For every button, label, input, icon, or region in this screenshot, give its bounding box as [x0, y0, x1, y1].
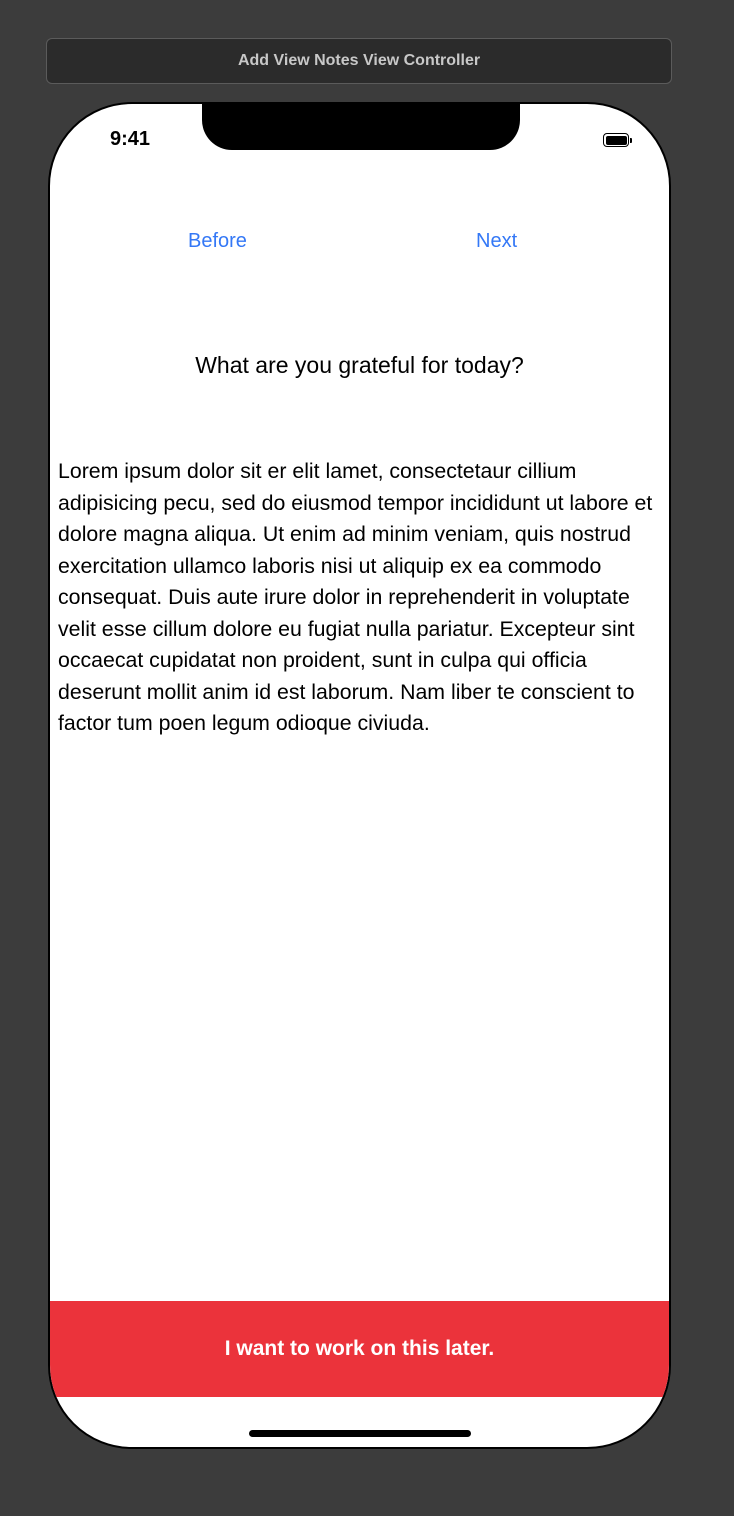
question-label: What are you grateful for today?: [195, 352, 524, 378]
view-controller-title-bar[interactable]: Add View Notes View Controller: [46, 38, 672, 84]
before-button[interactable]: Before: [188, 230, 247, 253]
notes-text-view[interactable]: Lorem ipsum dolor sit er elit lamet, con…: [58, 456, 666, 740]
device-notch: [202, 104, 520, 150]
status-bar-time: 9:41: [110, 128, 151, 150]
work-later-button[interactable]: I want to work on this later.: [50, 1301, 669, 1397]
battery-full-icon: [603, 133, 633, 147]
next-button[interactable]: Next: [476, 230, 517, 253]
iphone-frame: 9:41 Before Next What are you grateful f…: [48, 102, 671, 1449]
home-indicator[interactable]: [249, 1430, 471, 1437]
